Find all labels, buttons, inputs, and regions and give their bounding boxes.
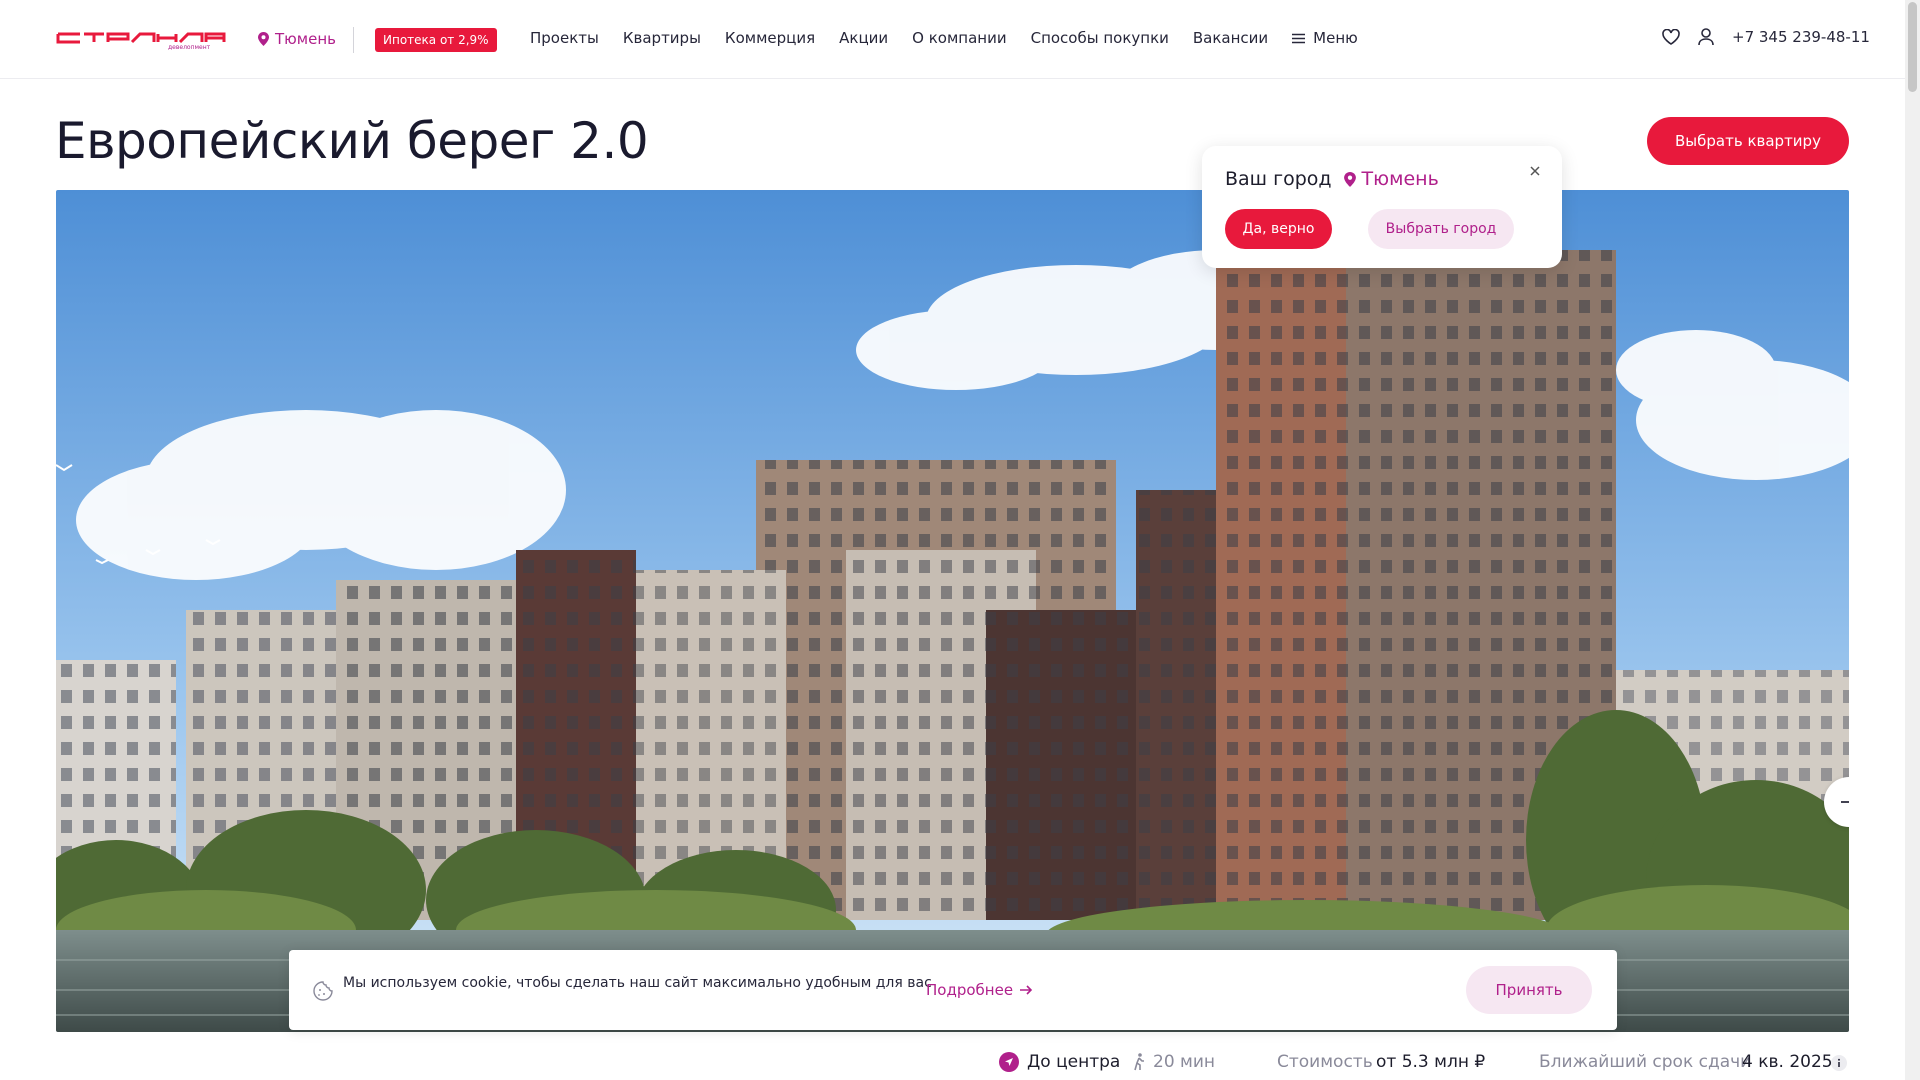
user-icon[interactable] xyxy=(1698,28,1714,46)
cookie-banner: Мы используем cookie, чтобы сделать наш … xyxy=(289,950,1617,1030)
city-confirm-popup: Ваш город Тюмень Да, верно Выбрать город xyxy=(1202,146,1562,268)
choose-apartment-button[interactable]: Выбрать квартиру xyxy=(1647,117,1849,165)
deadline-value: 4 кв. 2025 xyxy=(1742,1052,1833,1072)
site-header: девелопмент Тюмень Ипотека от 2,9% Проек… xyxy=(0,0,1905,79)
walk-time-value: 20 мин xyxy=(1153,1052,1216,1072)
nav-item-purchase-methods[interactable]: Способы покупки xyxy=(1031,29,1169,47)
navigation-icon xyxy=(999,1052,1019,1072)
cookie-more-link[interactable]: Подробнее xyxy=(926,981,1033,999)
cookie-text: Мы используем cookie, чтобы сделать наш … xyxy=(343,975,932,991)
main-nav: Проекты Квартиры Коммерция Акции О компа… xyxy=(530,29,1358,47)
confirm-city-button[interactable]: Да, верно xyxy=(1225,209,1332,249)
scrollbar[interactable] xyxy=(1905,0,1920,1080)
walking-icon xyxy=(1134,1053,1144,1071)
to-center-label: До центра xyxy=(1027,1052,1121,1072)
phone-link[interactable]: +7 345 239-48-11 xyxy=(1732,28,1870,46)
nav-item-promotions[interactable]: Акции xyxy=(839,29,888,47)
nav-item-about[interactable]: О компании xyxy=(912,29,1006,47)
to-center: До центра xyxy=(999,1052,1120,1072)
nav-item-commerce[interactable]: Коммерция xyxy=(725,29,815,47)
nav-item-apartments[interactable]: Квартиры xyxy=(623,29,701,47)
city-popup-city-name: Тюмень xyxy=(1361,168,1439,190)
header-city[interactable]: Тюмень xyxy=(258,30,336,48)
menu-button[interactable]: Меню xyxy=(1292,29,1358,47)
page: девелопмент Тюмень Ипотека от 2,9% Проек… xyxy=(0,0,1920,1080)
choose-city-button[interactable]: Выбрать город xyxy=(1368,209,1514,249)
project-info-bar: До центра 20 мин Стоимость от 5.3 млн ₽ … xyxy=(0,1052,1905,1076)
menu-label: Меню xyxy=(1313,29,1358,47)
arrow-right-icon xyxy=(1841,801,1849,803)
pin-icon xyxy=(1343,171,1356,187)
header-city-label: Тюмень xyxy=(275,30,336,48)
arrow-right-icon xyxy=(1020,985,1033,995)
pin-icon xyxy=(258,32,269,46)
mortgage-badge[interactable]: Ипотека от 2,9% xyxy=(375,28,497,52)
logo-subtitle: девелопмент xyxy=(168,44,211,50)
header-actions: +7 345 239-48-11 xyxy=(1662,28,1870,46)
cookie-more-label: Подробнее xyxy=(926,981,1014,999)
deadline-label: Ближайший срок сдачи xyxy=(1539,1052,1752,1072)
nav-item-projects[interactable]: Проекты xyxy=(530,29,599,47)
divider xyxy=(353,27,354,53)
hamburger-icon xyxy=(1292,33,1306,43)
city-popup-title: Ваш город Тюмень xyxy=(1225,168,1439,190)
scrollbar-thumb[interactable] xyxy=(1908,2,1917,92)
city-popup-label: Ваш город xyxy=(1225,168,1332,190)
price-value: от 5.3 млн ₽ xyxy=(1376,1052,1486,1072)
hero-image xyxy=(56,190,1849,1032)
nav-item-vacancies[interactable]: Вакансии xyxy=(1193,29,1268,47)
heart-icon[interactable] xyxy=(1662,29,1680,45)
logo[interactable]: девелопмент xyxy=(56,28,226,50)
info-icon[interactable] xyxy=(1831,1055,1847,1071)
cookie-accept-button[interactable]: Принять xyxy=(1466,966,1592,1014)
cookie-icon xyxy=(313,981,333,1001)
page-title: Европейский берег 2.0 xyxy=(55,112,649,170)
price-label: Стоимость xyxy=(1277,1052,1373,1072)
walk-time: 20 мин xyxy=(1133,1052,1215,1072)
city-popup-city: Тюмень xyxy=(1343,168,1439,190)
close-icon[interactable] xyxy=(1528,164,1542,178)
hero-illustration xyxy=(56,190,1849,1032)
